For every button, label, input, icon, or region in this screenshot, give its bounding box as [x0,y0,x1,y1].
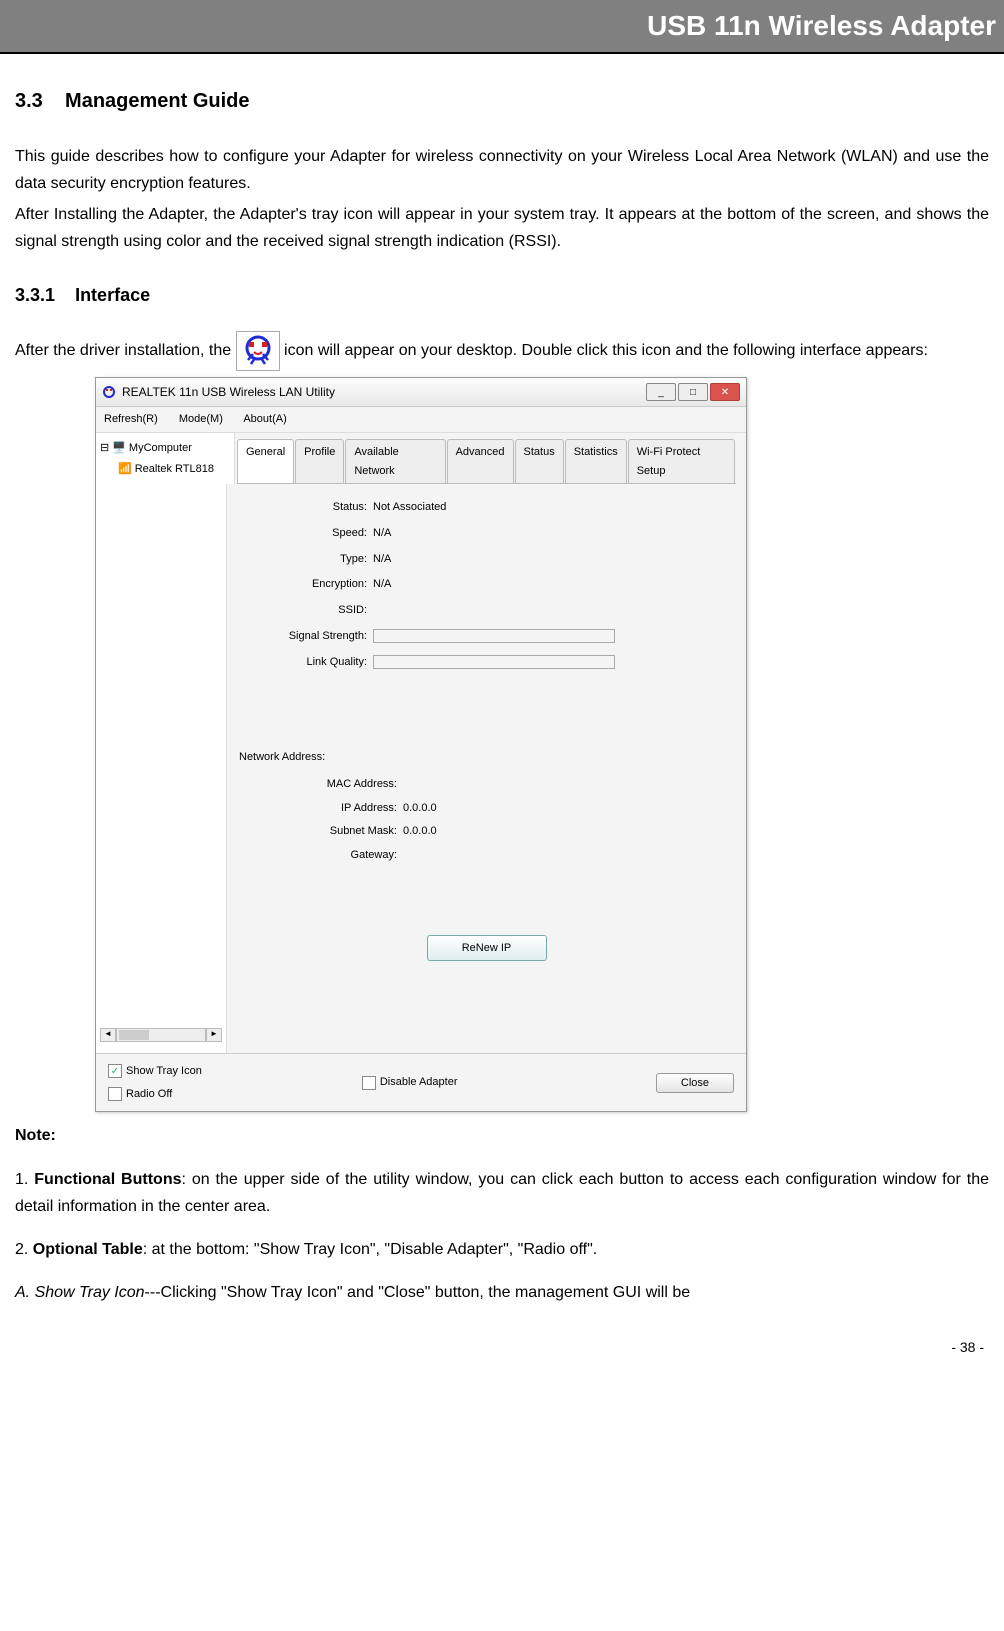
signal-strength-bar [373,629,615,643]
link-quality-label: Link Quality: [237,653,367,672]
adapter-icon: 📶 [118,460,132,479]
encryption-label: Encryption: [237,575,367,594]
section-heading: 3.3 Management Guide [15,84,989,118]
encryption-value: N/A [373,575,391,594]
minimize-button[interactable]: _ [646,383,676,401]
ip-label: IP Address: [237,799,397,818]
computer-icon: 🖥️ [112,439,126,458]
device-tree-panel: ⊟ 🖥️ MyComputer 📶 Realtek RTL818 ◄ ► [96,433,227,1053]
menu-bar: Refresh(R) Mode(M) About(A) [96,407,746,433]
type-value: N/A [373,550,391,569]
gateway-label: Gateway: [237,846,397,865]
tab-general[interactable]: General [237,439,294,483]
subsection-heading: 3.3.1 Interface [15,280,989,311]
tree-child-label: Realtek RTL818 [135,460,214,479]
bottom-options-bar: ✓ Show Tray Icon Radio Off Disable Adapte… [96,1053,746,1111]
utility-screenshot: REALTEK 11n USB Wireless LAN Utility _ □… [95,377,747,1112]
window-titlebar: REALTEK 11n USB Wireless LAN Utility _ □… [96,378,746,407]
horizontal-scrollbar[interactable]: ◄ ► [96,1024,226,1046]
tree-child-node[interactable]: 📶 Realtek RTL818 [118,460,230,479]
tab-wps[interactable]: Wi-Fi Protect Setup [628,439,735,483]
scroll-right-icon[interactable]: ► [206,1028,222,1042]
app-icon [102,385,116,399]
item-bold: Optional Table [33,1241,143,1258]
mask-label: Subnet Mask: [237,822,397,841]
section-number: 3.3 [15,90,43,112]
link-quality-bar [373,655,615,669]
item-italic: A. Show Tray Icon [15,1284,145,1301]
mac-label: MAC Address: [237,775,397,794]
note-label: Note: [15,1122,989,1149]
checkbox-icon [108,1087,122,1101]
speed-value: N/A [373,524,391,543]
radio-off-checkbox[interactable]: Radio Off [108,1085,202,1104]
speed-label: Speed: [237,524,367,543]
close-window-button[interactable]: ✕ [710,383,740,401]
tab-bar: General Profile Available Network Advanc… [237,439,736,484]
item-text: ---Clicking "Show Tray Icon" and "Close"… [145,1284,691,1301]
close-button[interactable]: Close [656,1073,734,1093]
tab-profile[interactable]: Profile [295,439,344,483]
signal-strength-label: Signal Strength: [237,627,367,646]
item-text: : at the bottom: "Show Tray Icon", "Disa… [143,1241,597,1258]
paragraph: After Installing the Adapter, the Adapte… [15,201,989,255]
window-title: REALTEK 11n USB Wireless LAN Utility [122,382,646,402]
checkbox-icon [362,1076,376,1090]
tab-status[interactable]: Status [515,439,564,483]
subsection-title: Interface [75,285,150,305]
section-title: Management Guide [65,90,249,112]
item-prefix: 1. [15,1171,34,1188]
note-item-1: 1. Functional Buttons: on the upper side… [15,1166,989,1220]
subsection-number: 3.3.1 [15,285,55,305]
page-number: - 38 - [15,1336,989,1360]
adapter-desktop-icon [236,331,280,371]
tree-expand-icon[interactable]: ⊟ [100,439,109,458]
renew-ip-button[interactable]: ReNew IP [427,935,547,961]
tab-available-network[interactable]: Available Network [345,439,445,483]
network-address-title: Network Address: [239,748,736,767]
status-value: Not Associated [373,498,446,517]
item-prefix: 2. [15,1241,33,1258]
menu-about[interactable]: About(A) [243,413,286,425]
checkbox-icon: ✓ [108,1064,122,1078]
paragraph: After the driver installation, the icon … [15,331,989,371]
text: After the driver installation, the [15,342,236,359]
paragraph: This guide describes how to configure yo… [15,143,989,197]
note-item-2: 2. Optional Table: at the bottom: "Show … [15,1236,989,1263]
scroll-left-icon[interactable]: ◄ [100,1028,116,1042]
type-label: Type: [237,550,367,569]
status-label: Status: [237,498,367,517]
ssid-label: SSID: [237,601,367,620]
tab-statistics[interactable]: Statistics [565,439,627,483]
show-tray-label: Show Tray Icon [126,1062,202,1081]
item-bold: Functional Buttons [34,1171,181,1188]
disable-adapter-checkbox[interactable]: Disable Adapter [362,1073,458,1092]
text: icon will appear on your desktop. Double… [284,342,928,359]
tab-advanced[interactable]: Advanced [447,439,514,483]
menu-refresh[interactable]: Refresh(R) [104,413,158,425]
radio-off-label: Radio Off [126,1085,172,1104]
disable-adapter-label: Disable Adapter [380,1073,458,1092]
maximize-button[interactable]: □ [678,383,708,401]
main-panel: General Profile Available Network Advanc… [227,433,746,1053]
ip-value: 0.0.0.0 [403,799,437,818]
note-item-3: A. Show Tray Icon---Clicking "Show Tray … [15,1279,989,1306]
document-header: USB 11n Wireless Adapter [0,0,1004,54]
mask-value: 0.0.0.0 [403,822,437,841]
menu-mode[interactable]: Mode(M) [179,413,223,425]
tree-root-label: MyComputer [129,439,192,458]
show-tray-icon-checkbox[interactable]: ✓ Show Tray Icon [108,1062,202,1081]
tree-root-node[interactable]: ⊟ 🖥️ MyComputer [100,439,230,458]
